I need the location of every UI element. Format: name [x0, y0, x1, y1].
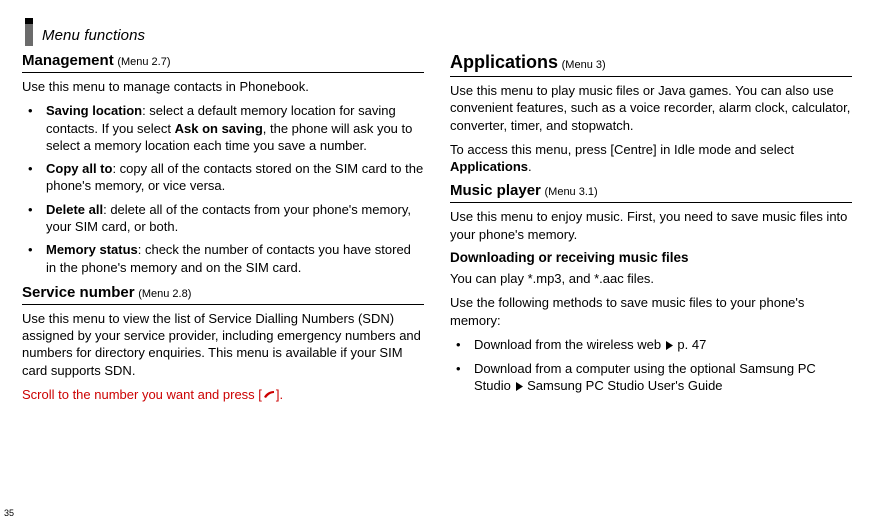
downloading-bullets: Download from the wireless web p. 47 Dow…	[450, 336, 852, 396]
music-player-section: Music player (Menu 3.1) Use this menu to…	[450, 182, 852, 243]
applications-section: Applications (Menu 3) Use this menu to p…	[450, 52, 852, 175]
management-section: Management (Menu 2.7) Use this menu to m…	[22, 52, 424, 276]
management-bullets: Saving location: select a default memory…	[22, 102, 424, 276]
bullet-post: Samsung PC Studio User's Guide	[527, 378, 722, 393]
section-rule	[450, 202, 852, 203]
p2-text-b: .	[528, 159, 532, 174]
bullet-post: p. 47	[677, 337, 706, 352]
bullet-download-web: Download from the wireless web p. 47	[450, 336, 852, 354]
bullet-delete-all: Delete all: delete all of the contacts f…	[22, 201, 424, 236]
downloading-p1: You can play *.mp3, and *.aac files.	[450, 270, 852, 287]
management-title: Management	[22, 52, 114, 69]
downloading-title: Downloading or receiving music files	[450, 250, 852, 265]
bullet-pre: Download from the wireless web	[474, 337, 661, 352]
service-number-section: Service number (Menu 2.8) Use this menu …	[22, 284, 424, 404]
bullet-download-pc: Download from a computer using the optio…	[450, 360, 852, 396]
section-rule	[22, 304, 424, 305]
content-columns: Management (Menu 2.7) Use this menu to m…	[22, 52, 852, 411]
section-rule	[450, 76, 852, 77]
page-number: 35	[4, 508, 14, 518]
bullet-saving-location: Saving location: select a default memory…	[22, 102, 424, 154]
right-column: Applications (Menu 3) Use this menu to p…	[450, 52, 852, 411]
bullet-bold-mid: Ask on saving	[175, 121, 263, 136]
breadcrumb: Menu functions	[42, 21, 145, 44]
service-number-title: Service number	[22, 284, 135, 301]
header-marker-icon	[22, 18, 36, 46]
p2-bold: Applications	[450, 159, 528, 174]
music-player-intro: Use this menu to enjoy music. First, you…	[450, 208, 852, 243]
left-column: Management (Menu 2.7) Use this menu to m…	[22, 52, 424, 411]
service-number-menu-tag: (Menu 2.8)	[138, 288, 191, 300]
call-icon	[262, 387, 276, 404]
downloading-p2: Use the following methods to save music …	[450, 294, 852, 329]
applications-p1: Use this menu to play music files or Jav…	[450, 82, 852, 134]
section-rule	[22, 72, 424, 73]
bullet-term: Copy all to	[46, 161, 112, 176]
page-header: Menu functions	[22, 18, 852, 46]
management-intro: Use this menu to manage contacts in Phon…	[22, 78, 424, 95]
service-number-intro: Use this menu to view the list of Servic…	[22, 310, 424, 379]
bullet-term: Delete all	[46, 202, 103, 217]
action-text-post: ].	[276, 387, 283, 402]
service-number-action: Scroll to the number you want and press …	[22, 386, 424, 404]
bullet-memory-status: Memory status: check the number of conta…	[22, 241, 424, 276]
bullet-copy-all-to: Copy all to: copy all of the contacts st…	[22, 160, 424, 195]
management-menu-tag: (Menu 2.7)	[117, 56, 170, 68]
downloading-section: Downloading or receiving music files You…	[450, 250, 852, 396]
music-player-title: Music player	[450, 182, 541, 199]
applications-p2: To access this menu, press [Centre] in I…	[450, 141, 852, 176]
applications-title: Applications	[450, 52, 558, 72]
applications-menu-tag: (Menu 3)	[562, 59, 606, 71]
bullet-term: Saving location	[46, 103, 142, 118]
action-text-pre: Scroll to the number you want and press …	[22, 387, 262, 402]
triangle-right-icon	[665, 337, 674, 354]
p2-text-a: To access this menu, press [Centre] in I…	[450, 142, 794, 157]
music-player-menu-tag: (Menu 3.1)	[545, 186, 598, 198]
triangle-right-icon	[515, 378, 524, 395]
bullet-term: Memory status	[46, 242, 138, 257]
